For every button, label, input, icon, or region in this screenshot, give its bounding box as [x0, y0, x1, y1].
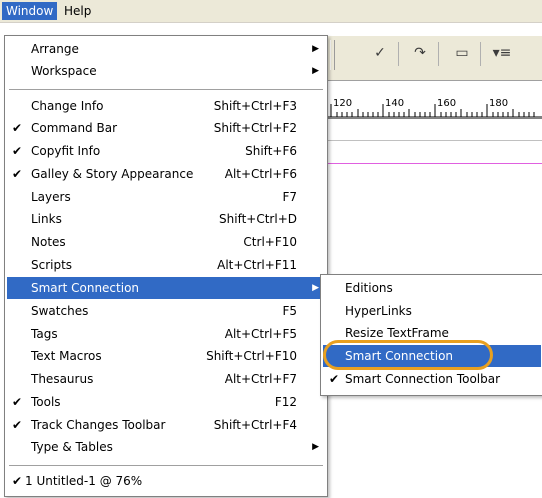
menu-item-label: Swatches	[31, 304, 89, 318]
menu-item-smart-connection[interactable]: Smart Connection ▶	[7, 277, 325, 299]
menu-item-shortcut: Alt+Ctrl+F11	[217, 258, 297, 272]
menu-item-layers[interactable]: Layers F7	[7, 186, 325, 208]
menu-item-change-info[interactable]: Change Info Shift+Ctrl+F3	[7, 95, 325, 117]
menu-window[interactable]: Window	[2, 2, 58, 20]
menu-item-tools[interactable]: ✔ Tools F12	[7, 391, 325, 413]
menu-item-label: Thesaurus	[31, 372, 94, 386]
menu-item-notes[interactable]: Notes Ctrl+F10	[7, 231, 325, 253]
checkmark-icon: ✔	[12, 144, 23, 158]
menu-item-type-tables[interactable]: Type & Tables ▶	[7, 436, 325, 458]
menu-item-links[interactable]: Links Shift+Ctrl+D	[7, 208, 325, 230]
menu-item-label: Type & Tables	[31, 440, 113, 454]
menu-item-label: Scripts	[31, 258, 73, 272]
menu-item-shortcut: F7	[282, 190, 297, 204]
menu-item-arrange[interactable]: Arrange ▶	[7, 38, 325, 60]
smart-connection-submenu: Editions HyperLinks Resize TextFrame Sma…	[320, 274, 542, 396]
menu-separator	[9, 465, 323, 466]
submenu-item-label: Editions	[345, 281, 393, 295]
menu-item-copyfit-info[interactable]: ✔ Copyfit Info Shift+F6	[7, 140, 325, 162]
menu-item-shortcut: Ctrl+F10	[243, 235, 297, 249]
comment-icon[interactable]: ▭	[450, 42, 474, 64]
menu-item-label: 1 Untitled-1 @ 76%	[25, 474, 143, 488]
submenu-arrow-icon: ▶	[312, 283, 319, 293]
menu-item-open-document[interactable]: ✔ 1 Untitled-1 @ 76%	[7, 470, 325, 492]
menu-item-label: Text Macros	[31, 349, 102, 363]
menu-item-shortcut: F12	[274, 395, 297, 409]
ruler-label: 160	[437, 98, 457, 109]
menu-item-scripts[interactable]: Scripts Alt+Ctrl+F11	[7, 254, 325, 276]
menu-item-label: Track Changes Toolbar	[31, 418, 166, 432]
submenu-item-label: Smart Connection Toolbar	[345, 372, 501, 386]
menu-item-shortcut: Shift+Ctrl+F3	[213, 99, 297, 113]
menu-item-shortcut: Shift+Ctrl+F10	[206, 349, 297, 363]
ruler-label: 120	[333, 98, 353, 109]
menu-item-label: Galley & Story Appearance	[31, 167, 194, 181]
menu-item-track-changes-toolbar[interactable]: ✔ Track Changes Toolbar Shift+Ctrl+F4	[7, 414, 325, 436]
checkmark-icon: ✔	[12, 418, 23, 432]
menu-item-label: Layers	[31, 190, 71, 204]
dropdown-list-icon[interactable]: ▾≡	[490, 42, 514, 64]
page-edge	[328, 140, 542, 141]
menu-item-label: Arrange	[31, 42, 79, 56]
checkmark-icon: ✔	[329, 372, 340, 386]
menu-item-label: Copyfit Info	[31, 144, 101, 158]
submenu-arrow-icon: ▶	[312, 44, 319, 54]
window-menu-dropdown: Arrange ▶ Workspace ▶ Change Info Shift+…	[4, 35, 328, 497]
toolbar-grip[interactable]	[330, 40, 335, 70]
menu-separator	[9, 89, 323, 90]
menu-item-shortcut: Shift+Ctrl+D	[219, 212, 297, 226]
menu-item-label: Command Bar	[31, 121, 118, 135]
menu-item-text-macros[interactable]: Text Macros Shift+Ctrl+F10	[7, 345, 325, 367]
submenu-arrow-icon: ▶	[312, 442, 319, 452]
ruler-label: 140	[385, 98, 405, 109]
menu-item-command-bar[interactable]: ✔ Command Bar Shift+Ctrl+F2	[7, 117, 325, 139]
checkmark-icon: ✔	[12, 395, 23, 409]
menu-item-label: Links	[31, 212, 62, 226]
menu-bar: Window Help	[0, 0, 542, 23]
submenu-arrow-icon: ▶	[312, 66, 319, 76]
menu-item-label: Change Info	[31, 99, 104, 113]
submenu-item-hyperlinks[interactable]: HyperLinks	[323, 300, 541, 322]
menu-item-swatches[interactable]: Swatches F5	[7, 300, 325, 322]
menu-item-thesaurus[interactable]: Thesaurus Alt+Ctrl+F7	[7, 368, 325, 390]
app-window: Window Help ✓ ↷ ▭ ▾≡ 120 140 160 180 Arr…	[0, 0, 542, 498]
submenu-item-label: HyperLinks	[345, 304, 412, 318]
menu-item-tags[interactable]: Tags Alt+Ctrl+F5	[7, 323, 325, 345]
menu-item-label: Smart Connection	[31, 281, 140, 295]
menu-item-shortcut: Alt+Ctrl+F7	[224, 372, 297, 386]
toolbar-separator	[480, 42, 481, 66]
checkmark-icon: ✔	[12, 121, 23, 135]
ruler-label: 180	[489, 98, 509, 109]
menu-help[interactable]: Help	[60, 2, 95, 20]
menu-item-label: Workspace	[31, 64, 97, 78]
menu-item-shortcut: Shift+Ctrl+F2	[213, 121, 297, 135]
menu-item-shortcut: Alt+Ctrl+F6	[224, 167, 297, 181]
annotation-highlight-ring	[323, 340, 493, 370]
command-toolbar: ✓ ↷ ▭ ▾≡	[328, 36, 542, 81]
menu-item-shortcut: Shift+F6	[245, 144, 297, 158]
menu-item-workspace[interactable]: Workspace ▶	[7, 60, 325, 82]
menu-item-shortcut: F5	[282, 304, 297, 318]
menu-item-label: Tags	[31, 327, 58, 341]
checkmark-icon: ✔	[12, 474, 23, 488]
ruler-ticks	[328, 104, 542, 118]
checkmark-icon[interactable]: ✓	[368, 42, 392, 64]
toolbar-separator	[398, 42, 399, 66]
submenu-item-editions[interactable]: Editions	[323, 277, 541, 299]
submenu-item-smart-connection-toolbar[interactable]: ✔ Smart Connection Toolbar	[323, 368, 541, 390]
margin-guide	[328, 163, 542, 164]
toolbar-separator	[438, 42, 439, 66]
menu-item-shortcut: Alt+Ctrl+F5	[224, 327, 297, 341]
redo-icon[interactable]: ↷	[408, 42, 432, 64]
menu-item-label: Tools	[31, 395, 61, 409]
menu-item-label: Notes	[31, 235, 66, 249]
horizontal-ruler: 120 140 160 180	[328, 96, 542, 119]
menu-item-galley-story-appearance[interactable]: ✔ Galley & Story Appearance Alt+Ctrl+F6	[7, 163, 325, 185]
menu-item-shortcut: Shift+Ctrl+F4	[213, 418, 297, 432]
checkmark-icon: ✔	[12, 167, 23, 181]
